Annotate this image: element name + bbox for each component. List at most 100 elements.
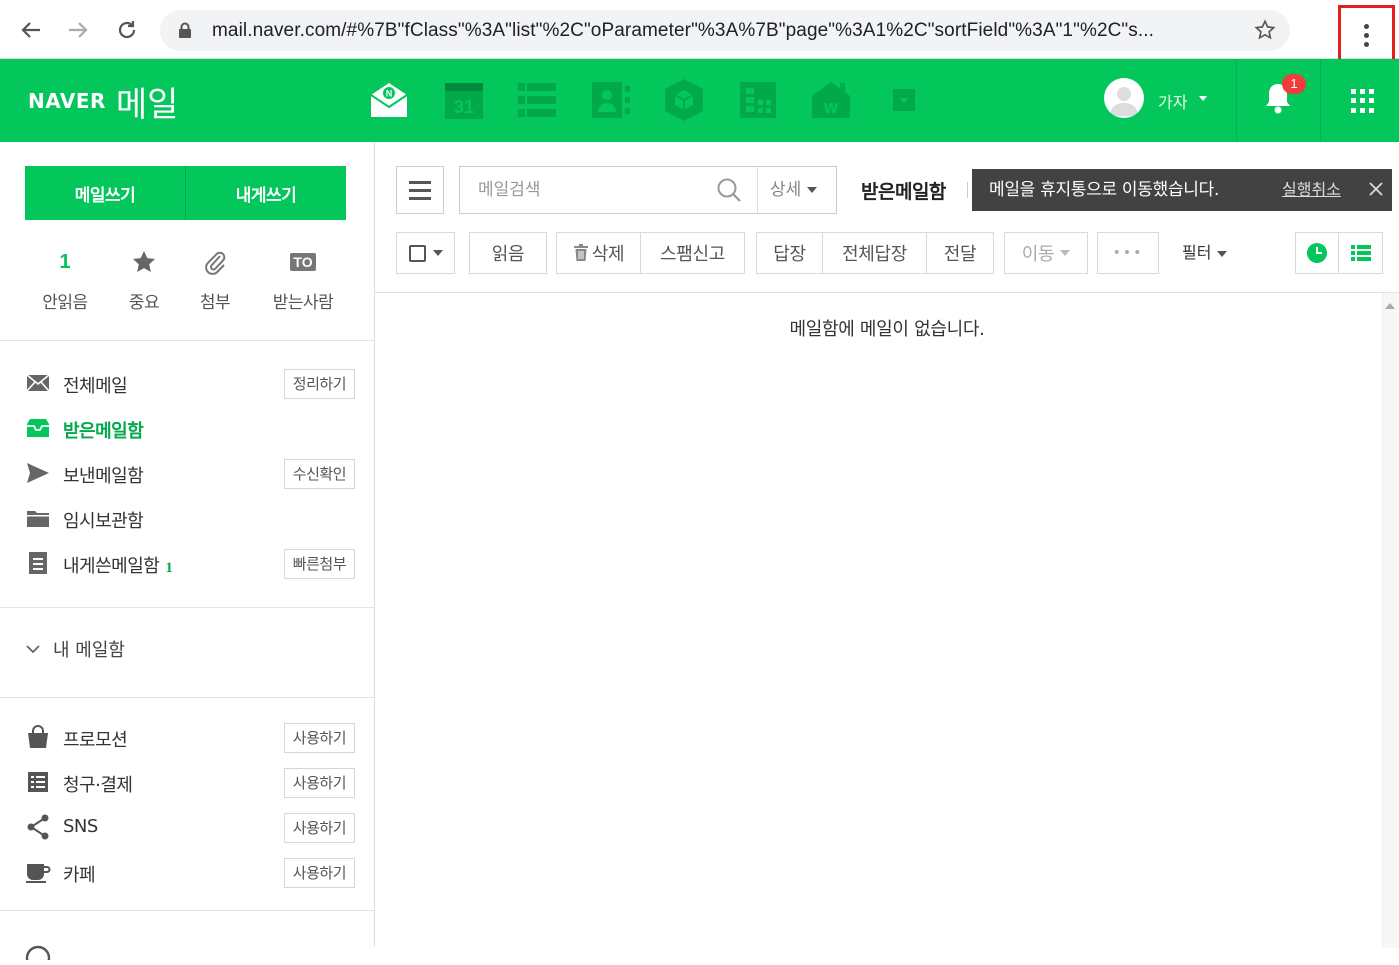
forward-button[interactable]	[60, 12, 96, 48]
logo-service: 메일	[115, 84, 179, 125]
memo-app-icon[interactable]	[736, 78, 780, 122]
folder-sns[interactable]: SNS 사용하기	[0, 807, 375, 847]
browser-toolbar: mail.naver.com/#%7B"fClass"%3A"list"%2C"…	[0, 0, 1399, 65]
move-label: 이동	[1021, 244, 1055, 265]
enable-button[interactable]: 사용하기	[283, 858, 355, 888]
svg-text:N: N	[386, 89, 393, 99]
enable-button[interactable]: 사용하기	[283, 768, 355, 798]
send-icon	[25, 461, 51, 485]
folder-billing[interactable]: 청구·결제 사용하기	[0, 762, 375, 802]
sidebar: 메일쓰기 내게쓰기 1 안읽음 중요 첨부 TO 받는사람 전체메일 정리하기	[0, 142, 375, 965]
search-icon[interactable]	[716, 177, 742, 203]
select-all-checkbox[interactable]	[408, 244, 426, 262]
naver-mail-header: NAVER 메일 N 31 W 가자 1	[0, 59, 1399, 142]
enable-button[interactable]: 사용하기	[283, 723, 355, 753]
back-button[interactable]	[13, 12, 49, 48]
inbox-icon	[25, 416, 51, 440]
hamburger-icon	[409, 180, 431, 200]
mailbox-title: 받은메일함	[861, 181, 946, 203]
close-icon[interactable]	[1368, 181, 1384, 197]
reload-button[interactable]	[109, 12, 145, 48]
scrollbar[interactable]	[1382, 293, 1399, 948]
report-spam-button[interactable]: 스팸신고	[641, 232, 745, 274]
user-name[interactable]: 가자	[1158, 89, 1187, 113]
folder-name: 전체메일	[63, 376, 128, 397]
main-content: 상세 받은메일함 메일을 휴지통으로 이동했습니다. 실행취소 읽음 삭제 스팸…	[375, 142, 1399, 948]
chevron-down-icon	[432, 250, 443, 256]
reply-button[interactable]: 답장	[756, 232, 823, 274]
note-icon	[25, 551, 51, 575]
quick-label: 첨부	[199, 293, 231, 313]
list-icon	[1350, 245, 1371, 261]
folder-to-me[interactable]: 내게쓴메일함 1 빠른첨부	[0, 543, 375, 583]
forward-button[interactable]: 전달	[927, 232, 994, 274]
contacts-app-icon[interactable]	[589, 78, 633, 122]
shopping-bag-icon	[25, 725, 51, 749]
compose-button[interactable]: 메일쓰기	[25, 166, 185, 220]
undo-link[interactable]: 실행취소	[1282, 169, 1341, 211]
divider	[0, 910, 375, 911]
more-apps-dropdown-icon[interactable]	[882, 78, 926, 122]
chevron-down-icon	[1217, 250, 1228, 257]
box-app-icon[interactable]	[662, 78, 706, 122]
spam-icon	[25, 945, 51, 965]
browser-menu-button[interactable]	[1338, 5, 1395, 65]
quick-recipient[interactable]: TO 받는사람	[258, 246, 348, 313]
cleanup-button[interactable]: 정리하기	[283, 369, 355, 399]
search-input[interactable]	[460, 167, 756, 213]
chevron-down-icon[interactable]	[1199, 96, 1207, 101]
list-menu-button[interactable]	[396, 166, 444, 214]
envelope-icon	[25, 371, 51, 395]
chevron-down-icon	[26, 645, 40, 654]
folder-name: 청구·결제	[63, 775, 133, 796]
divider	[0, 697, 375, 698]
list-view-button[interactable]	[1339, 232, 1383, 274]
self-compose-button[interactable]: 내게쓰기	[185, 166, 346, 220]
chevron-down-icon	[1060, 250, 1071, 256]
works-app-icon[interactable]: W	[809, 78, 853, 122]
filter-dropdown[interactable]: 필터	[1182, 232, 1228, 274]
search-detail-dropdown[interactable]: 상세	[757, 167, 837, 213]
search-detail-label: 상세	[770, 180, 802, 200]
folder-cafe[interactable]: 카페 사용하기	[0, 852, 375, 892]
move-dropdown[interactable]: 이동	[1004, 232, 1088, 274]
read-receipt-button[interactable]: 수신확인	[283, 459, 355, 489]
delete-button[interactable]: 삭제	[556, 232, 641, 274]
my-mailbox-toggle[interactable]: 내 메일함	[25, 636, 125, 662]
divider	[0, 340, 375, 341]
unread-count: 1	[59, 250, 71, 273]
reply-all-button[interactable]: 전체답장	[823, 232, 927, 274]
scroll-up-arrow-icon[interactable]	[1385, 303, 1395, 309]
time-view-button[interactable]	[1295, 232, 1339, 274]
calendar-app-icon[interactable]: 31	[442, 78, 486, 122]
folder-sent[interactable]: 보낸메일함 수신확인	[0, 453, 375, 493]
more-options-button[interactable]: •••	[1097, 232, 1159, 274]
vertical-dots-icon	[1364, 23, 1369, 47]
spam-folder-peek[interactable]	[25, 940, 51, 965]
select-all-dropdown[interactable]	[396, 232, 455, 274]
toast-message: 메일을 휴지통으로 이동했습니다.	[989, 180, 1220, 200]
mail-search: 상세	[459, 166, 837, 214]
logo-brand: NAVER	[28, 89, 106, 113]
avatar[interactable]	[1104, 78, 1144, 118]
list-app-icon[interactable]	[515, 78, 559, 122]
naver-mail-logo[interactable]: NAVER 메일	[28, 79, 179, 125]
quick-attach-button[interactable]: 빠른첨부	[283, 549, 355, 579]
share-icon	[25, 814, 51, 840]
folder-all-mail[interactable]: 전체메일 정리하기	[0, 363, 375, 403]
folder-icon	[25, 506, 51, 530]
folder-inbox[interactable]: 받은메일함	[0, 408, 375, 448]
compose-group: 메일쓰기 내게쓰기	[25, 166, 346, 220]
address-bar[interactable]: mail.naver.com/#%7B"fClass"%3A"list"%2C"…	[160, 10, 1290, 51]
folder-promotion[interactable]: 프로모션 사용하기	[0, 717, 375, 757]
mark-read-button[interactable]: 읽음	[469, 232, 547, 274]
clock-icon	[1307, 243, 1327, 263]
folder-drafts[interactable]: 임시보관함	[0, 498, 375, 538]
app-grid-icon[interactable]	[1351, 89, 1375, 113]
enable-button[interactable]: 사용하기	[283, 813, 355, 843]
coffee-cup-icon	[25, 860, 51, 884]
quick-unread[interactable]: 1 안읽음	[20, 246, 110, 314]
star-icon[interactable]	[1254, 19, 1276, 41]
quick-attachment[interactable]: 첨부	[170, 246, 260, 313]
mail-app-icon[interactable]: N	[367, 78, 411, 122]
